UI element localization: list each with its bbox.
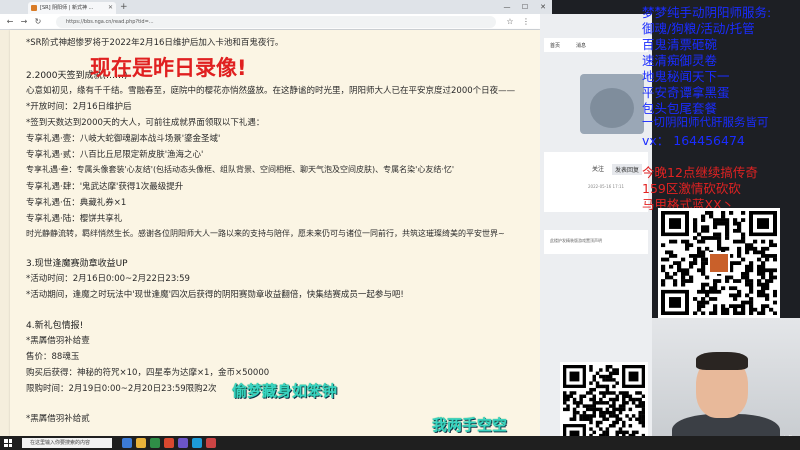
site-favicon-icon bbox=[31, 5, 37, 11]
menu-icon[interactable]: ⋮ bbox=[520, 16, 532, 28]
article-line: 专享礼遇·贰：八百比丘尼限定新皮肤'渔海之心' bbox=[26, 150, 204, 160]
article-line: 专享礼遇·壹：八岐大蛇御魂副本战斗场景'鎏金圣域' bbox=[26, 134, 221, 144]
article-line: 专享礼遇·伍：典藏礼券×1 bbox=[26, 198, 127, 208]
article-line: *开放时间：2月16日维护后 bbox=[26, 102, 132, 112]
minimize-button[interactable]: — bbox=[498, 0, 516, 14]
stream-frame: [SR] 阴阳师 | 新式神 ... ✕ + — ☐ ✕ ← → ↻ https… bbox=[0, 0, 800, 450]
side-card bbox=[544, 152, 648, 212]
browser-window: [SR] 阴阳师 | 新式神 ... ✕ + — ☐ ✕ ← → ↻ https… bbox=[0, 0, 552, 436]
close-window-button[interactable]: ✕ bbox=[534, 0, 552, 14]
side-tab-messages[interactable]: 消息 bbox=[576, 42, 586, 49]
post-timestamp: 2022-05-16 17:11 bbox=[588, 184, 625, 189]
page-content: *SR阶式神超惨罗将于2022年2月16日维护后加入卡池和百鬼夜行。 2.200… bbox=[0, 30, 552, 436]
app-icon[interactable] bbox=[192, 438, 202, 448]
windows-taskbar: 在这里输入你要搜索的内容 bbox=[0, 436, 800, 450]
streamer-hair bbox=[696, 352, 748, 370]
qr-avatar-icon bbox=[708, 252, 730, 274]
browser-app-icon[interactable] bbox=[150, 438, 160, 448]
tab-bar: [SR] 阴阳师 | 新式神 ... ✕ + — ☐ ✕ bbox=[0, 0, 552, 14]
article-line: 限购时间：2月19日0:00~2月20日23:59限购2次 bbox=[26, 384, 217, 394]
reload-icon[interactable]: ↻ bbox=[32, 16, 44, 28]
article-line: 时光静静流转，羁绊悄然生长。感谢各位阴阳师大人一路以来的支持与陪伴，愿未来仍可与… bbox=[26, 229, 505, 238]
tab-close-icon[interactable]: ✕ bbox=[108, 2, 113, 14]
new-tab-icon[interactable]: + bbox=[120, 1, 128, 13]
replay-notice: 现在是昨日录像! bbox=[90, 56, 247, 80]
wechat-qr-code bbox=[658, 208, 780, 318]
file-explorer-icon[interactable] bbox=[136, 438, 146, 448]
article-line: *活动期间，逢魔之时玩法中'现世逢魔'四次后获得的阴阳赛勋章收益翻倍，快集结赛成… bbox=[26, 290, 404, 300]
windows-start-icon[interactable] bbox=[4, 439, 12, 447]
side-tab-home[interactable]: 首页 bbox=[550, 42, 560, 49]
slogan-text: 我两手空空 bbox=[432, 416, 508, 434]
taskbar-search-input[interactable]: 在这里输入你要搜索的内容 bbox=[22, 438, 112, 448]
article-line: 售价：88魂玉 bbox=[26, 352, 80, 362]
browser-tab[interactable]: [SR] 阴阳师 | 新式神 ... ✕ bbox=[28, 2, 116, 14]
article-line: 购买后获得：神秘的符咒×10，四星奉为达摩×1，金币×50000 bbox=[26, 368, 270, 378]
article-body: *SR阶式神超惨罗将于2022年2月16日维护后加入卡池和百鬼夜行。 2.200… bbox=[10, 30, 540, 436]
article-line: 专享礼遇·陆：樱饼共享礼 bbox=[26, 214, 123, 224]
reply-button[interactable]: 发表回复 bbox=[612, 164, 643, 175]
side-note: 此楼护发精装版游戏置顶声明 bbox=[544, 230, 648, 254]
task-view-icon[interactable] bbox=[122, 438, 132, 448]
address-bar: ← → ↻ https://bbs.nga.cn/read.php?tid=..… bbox=[0, 14, 552, 30]
article-line: *SR阶式神超惨罗将于2022年2月16日维护后加入卡池和百鬼夜行。 bbox=[26, 38, 284, 48]
article-line: 心意如初见，缘有千千结。雪融春至，庭院中的樱花亦悄然盛放。在这静谧的时光里，阴阳… bbox=[26, 86, 516, 96]
article-line: *黑羼借羽补给贰 bbox=[26, 414, 90, 424]
article-line: 专享礼遇·叁：专属头像套装'心友结'(包括动态头像框、组队背景、空间相框、聊天气… bbox=[26, 165, 455, 174]
url-input[interactable]: https://bbs.nga.cn/read.php?tid=... bbox=[56, 16, 496, 28]
article-line: *黑羼借羽补给壹 bbox=[26, 336, 90, 346]
streamer-camera: 斗鱼 bbox=[652, 318, 800, 450]
app-icon[interactable] bbox=[206, 438, 216, 448]
follow-button[interactable]: 关注 bbox=[592, 164, 604, 173]
tab-title: [SR] 阴阳师 | 新式神 ... bbox=[40, 5, 94, 11]
app-icon[interactable] bbox=[164, 438, 174, 448]
app-icon[interactable] bbox=[178, 438, 188, 448]
qr-pattern-icon bbox=[563, 365, 645, 447]
article-line: 专享礼遇·肆：'鬼武达摩'获得1次最级提升 bbox=[26, 182, 184, 192]
service-line: 一切阴阳师代肝服务皆可 bbox=[642, 115, 769, 129]
contact-wechat: vx： 164456474 bbox=[642, 133, 745, 148]
article-line: *签到天数达到2000天的大人，可前往成就界面领取以下礼遇： bbox=[26, 118, 265, 128]
back-icon[interactable]: ← bbox=[4, 16, 16, 28]
side-banner-image bbox=[580, 74, 644, 134]
side-note-text: 此楼护发精装版游戏置顶声明 bbox=[550, 238, 602, 243]
forward-icon[interactable]: → bbox=[18, 16, 30, 28]
star-icon[interactable]: ☆ bbox=[504, 16, 516, 28]
slogan-text: 偷梦藏身如笨钟 bbox=[232, 382, 338, 400]
article-heading: 3.现世逢魔赛勋章收益UP bbox=[26, 259, 128, 269]
maximize-button[interactable]: ☐ bbox=[516, 0, 534, 14]
article-heading: 4.新礼包情报! bbox=[26, 321, 84, 331]
article-line: *活动时间：2月16日0:00~2月22日23:59 bbox=[26, 274, 190, 284]
